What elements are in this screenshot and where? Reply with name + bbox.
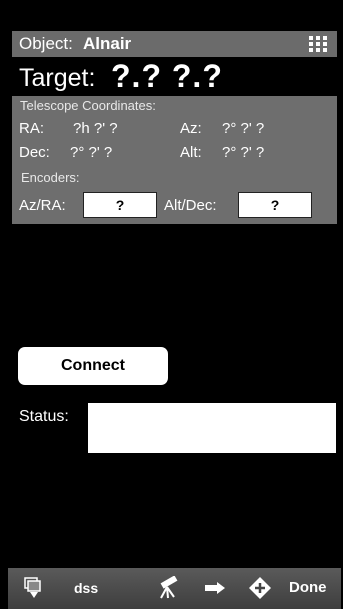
ra-label: RA:	[19, 120, 45, 137]
grid-menu-icon[interactable]	[309, 36, 327, 52]
altdec-label: Alt/Dec:	[164, 197, 217, 214]
status-label: Status:	[19, 408, 69, 425]
add-marker-icon[interactable]	[248, 576, 272, 600]
object-row: Object: Alnair	[12, 31, 337, 57]
alt-label: Alt:	[180, 144, 202, 161]
dec-value: ?° ?' ?	[70, 144, 113, 161]
done-button[interactable]: Done	[289, 579, 327, 596]
status-field	[88, 403, 336, 453]
target-label: Target:	[19, 64, 96, 92]
telescope-panel: Telescope Coordinates: RA: ?h ?' ? Az: ?…	[12, 96, 337, 224]
dss-button[interactable]: dss	[74, 580, 98, 596]
target-value: ?.? ?.?	[111, 58, 223, 94]
altdec-field[interactable]: ?	[238, 192, 312, 218]
az-label: Az:	[180, 120, 202, 137]
ra-value: ?h ?' ?	[73, 120, 118, 137]
slew-arrow-icon[interactable]	[204, 579, 226, 597]
object-label: Object:	[19, 34, 73, 53]
azra-label: Az/RA:	[19, 197, 66, 214]
bottom-toolbar: dss Done	[8, 568, 341, 609]
alt-value: ?° ?' ?	[222, 144, 265, 161]
az-value: ?° ?' ?	[222, 120, 265, 137]
windows-down-icon[interactable]	[24, 577, 46, 599]
encoders-header: Encoders:	[21, 170, 80, 185]
connect-button[interactable]: Connect	[18, 347, 168, 385]
object-name[interactable]: Alnair	[83, 34, 131, 54]
telescope-coordinates-header: Telescope Coordinates:	[20, 98, 156, 113]
azra-field[interactable]: ?	[83, 192, 157, 218]
dec-label: Dec:	[19, 144, 50, 161]
telescope-icon[interactable]	[156, 575, 180, 600]
